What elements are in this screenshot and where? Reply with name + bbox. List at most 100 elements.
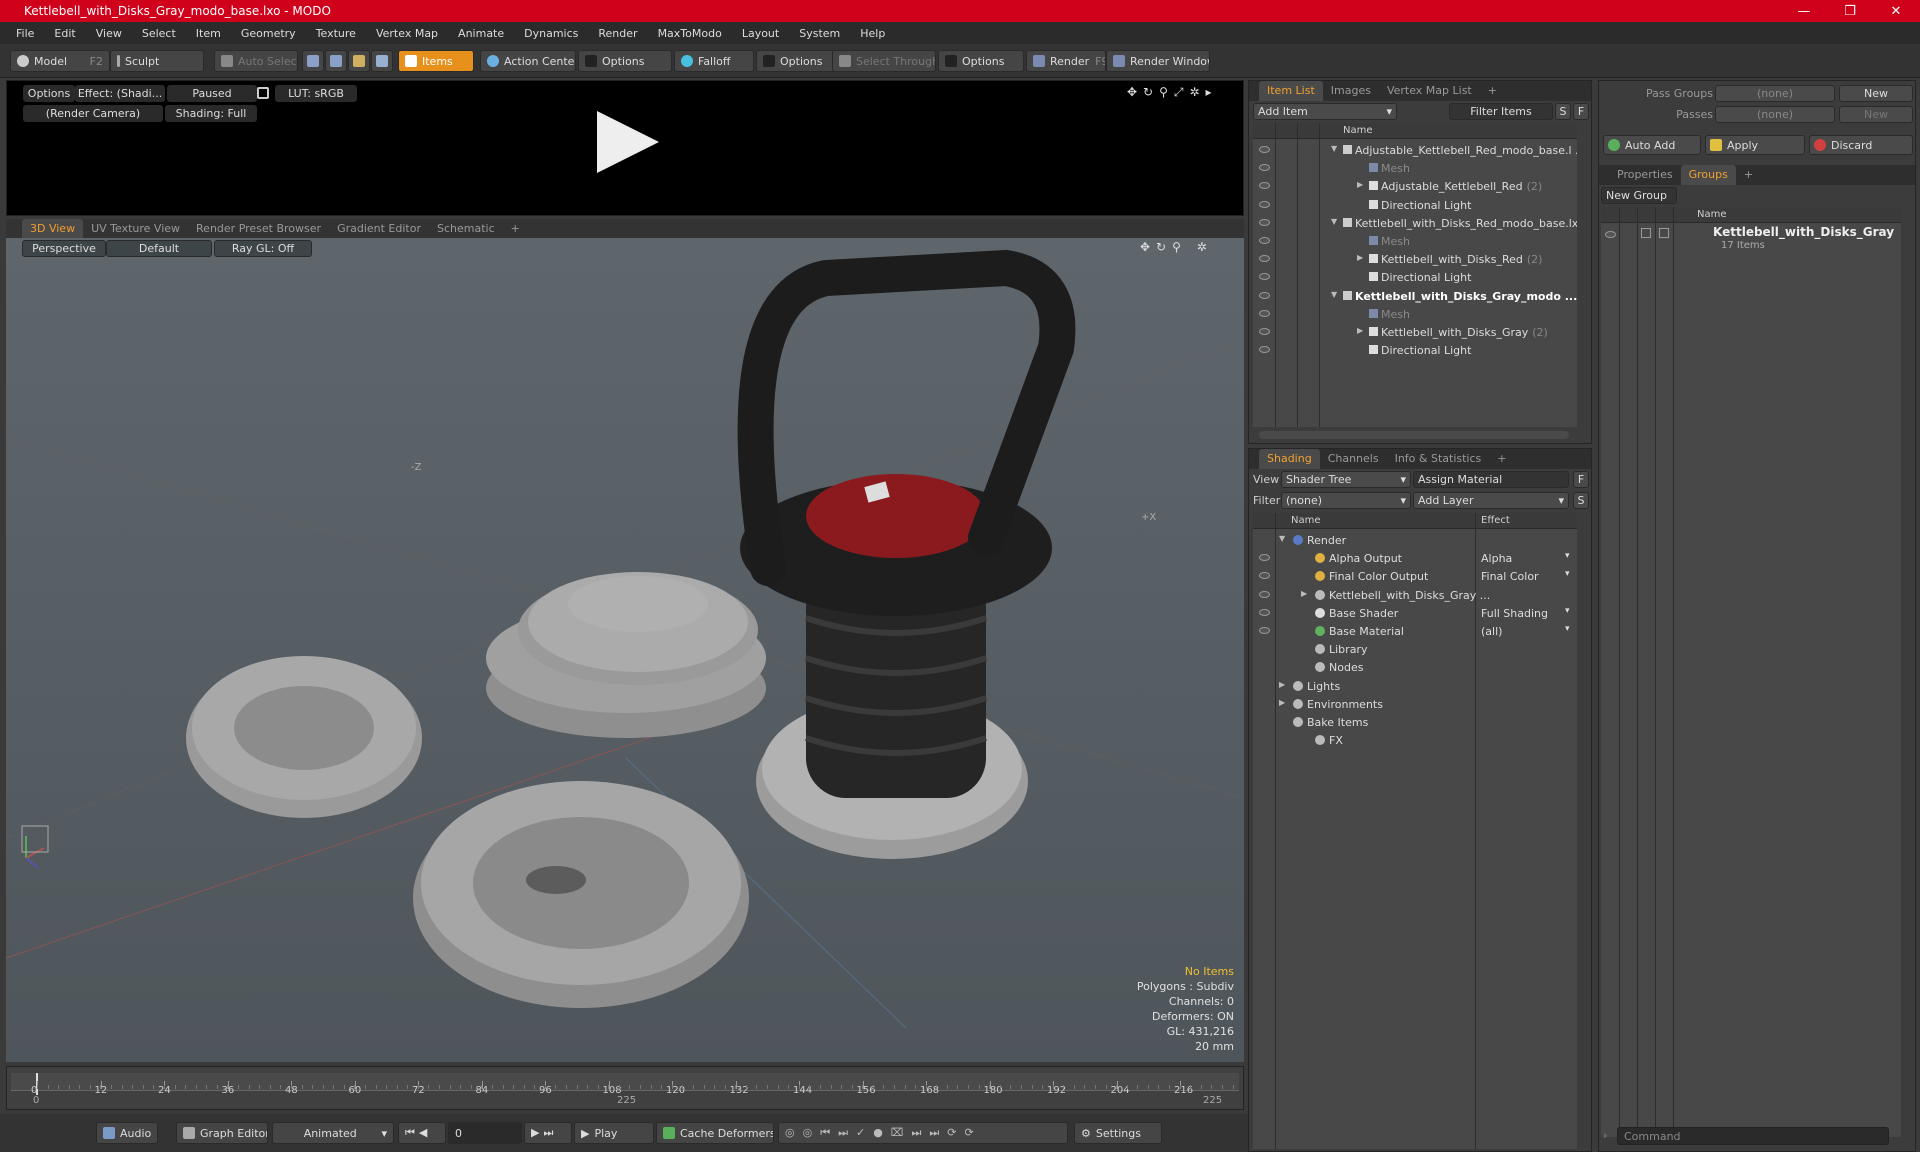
keyframe-tools[interactable]: ◎◎⏮⏭✓●⌧⏭⏭⟳⟳ [778,1122,1068,1144]
edges-mode-button[interactable] [325,50,347,72]
select-through-button[interactable]: Select Through [832,50,936,72]
expand-right-icon[interactable]: ▶ [1357,180,1363,189]
shader-row[interactable]: Final Color Output Final Color ▾ [1253,567,1577,585]
cache-deformers-button[interactable]: Cache Deformers [656,1122,774,1144]
expand-down-icon[interactable]: ▼ [1279,534,1285,543]
discard-button[interactable]: Discard [1809,135,1913,155]
shading-f-button[interactable]: F [1573,471,1589,488]
item-row[interactable]: ▼ Adjustable_Kettlebell_Red_modo_base.l .… [1253,141,1577,159]
groups-tree[interactable]: Name Kettlebell_with_Disks_Gray 17 Items [1601,207,1901,1137]
visibility-eye-icon[interactable] [1259,309,1270,317]
item-s-button[interactable]: S [1555,103,1571,120]
tab-images[interactable]: Images [1323,81,1379,101]
command-input[interactable]: Command [1617,1127,1889,1145]
chevron-down-icon[interactable]: ▾ [1565,551,1570,561]
item-tree[interactable]: Name ▼ Adjustable_Kettlebell_Red_modo_bas… [1253,123,1577,427]
item-list-scrollbar[interactable] [1259,431,1569,439]
expand-right-icon[interactable]: ▶ [1357,253,1363,262]
chevron-down-icon[interactable]: ▾ [1565,606,1570,616]
sculpt-button[interactable]: Sculpt [110,50,204,72]
visibility-eye-icon[interactable] [1259,627,1270,634]
item-row[interactable]: Directional Light [1253,196,1577,214]
menu-help[interactable]: Help [850,27,895,40]
item-row[interactable]: Directional Light [1253,268,1577,286]
visibility-eye-icon[interactable] [1259,554,1270,562]
select-through-options-button[interactable]: Options [938,50,1024,72]
item-row[interactable]: ▼ Kettlebell_with_Disks_Red_modo_base.lxo [1253,214,1577,232]
auto-select-button[interactable]: Auto Select [214,50,298,72]
visibility-eye-icon[interactable] [1259,590,1270,598]
item-row[interactable]: ▶ Adjustable_Kettlebell_Red (2) [1253,177,1577,195]
chevron-down-icon[interactable]: ▾ [1565,624,1570,634]
tab-shading[interactable]: Shading [1259,449,1320,469]
maximize-button[interactable]: ❐ [1830,0,1870,22]
shader-tree[interactable]: Name Effect ▼ Render Alpha Output Alpha ▾ Fin… [1253,513,1577,1149]
visibility-eye-icon[interactable] [1259,164,1270,172]
tab-uv-texture-view[interactable]: UV Texture View [83,219,188,239]
menu-geometry[interactable]: Geometry [231,27,306,40]
chevron-down-icon[interactable]: ▾ [1565,569,1570,579]
lut-dropdown[interactable]: LUT: sRGB [275,85,357,102]
shading-s-button[interactable]: S [1573,492,1589,509]
preview-effect-dropdown[interactable]: Effect: (Shadi... [75,85,165,102]
assign-material-button[interactable]: Assign Material [1413,471,1569,488]
add-tab-icon[interactable]: + [503,219,528,239]
visibility-eye-icon[interactable] [1259,237,1270,244]
expand-down-icon[interactable]: ▼ [1331,290,1337,299]
shader-row[interactable]: ▼ Render [1253,531,1577,549]
vertices-mode-button[interactable] [302,50,324,72]
play-icon[interactable] [593,107,663,177]
action-center-options-button[interactable]: Options [578,50,672,72]
visibility-eye-icon[interactable] [1259,273,1270,281]
tab-schematic[interactable]: Schematic [429,219,503,239]
item-row[interactable]: Mesh [1253,232,1577,250]
shader-effect-value[interactable]: Alpha [1481,552,1512,565]
materials-mode-button[interactable] [371,50,393,72]
item-row[interactable]: ▶ Kettlebell_with_Disks_Red (2) [1253,250,1577,268]
preview-nav-icons[interactable]: ✥↻⚲⤢✲▸ [1127,85,1218,100]
visibility-eye-icon[interactable] [1259,182,1270,190]
add-tab-icon[interactable]: + [1480,81,1505,101]
item-row[interactable]: Mesh [1253,305,1577,323]
shader-row[interactable]: Base Shader Full Shading ▾ [1253,604,1577,622]
item-row[interactable]: Directional Light [1253,341,1577,359]
visibility-eye-icon[interactable] [1259,572,1270,580]
passes-dropdown[interactable]: (none) [1715,106,1835,123]
shader-row[interactable]: ▶ Kettlebell_with_Disks_Gray ... [1253,586,1577,604]
new-group-button[interactable]: New Group [1601,187,1677,204]
tab-info-statistics[interactable]: Info & Statistics [1387,449,1490,469]
shader-row[interactable]: ▶ Environments [1253,695,1577,713]
preview-paused-button[interactable]: Paused [167,85,257,102]
jump-end-buttons[interactable]: ▶⏭ [524,1122,572,1144]
tab-vertex-map-list[interactable]: Vertex Map List [1379,81,1480,101]
visibility-eye-icon[interactable] [1259,346,1270,354]
action-center-button[interactable]: Action Center [480,50,576,72]
play-button[interactable]: ▶ Play [574,1122,654,1144]
tab-render-preset-browser[interactable]: Render Preset Browser [188,219,329,239]
expand-right-icon[interactable]: ▶ [1357,326,1363,335]
render-window-button[interactable]: Render Window [1106,50,1210,72]
shader-row[interactable]: Bake Items [1253,713,1577,731]
visibility-eye-icon[interactable] [1259,608,1270,616]
shader-effect-value[interactable]: (all) [1481,625,1502,638]
shader-row[interactable]: FX [1253,731,1577,749]
shader-row[interactable]: Library [1253,640,1577,658]
visibility-eye-icon[interactable] [1259,328,1270,335]
tab-properties[interactable]: Properties [1609,165,1681,185]
close-button[interactable]: ✕ [1876,0,1916,22]
animated-dropdown[interactable]: Animated ▾ [272,1122,394,1144]
visibility-eye-icon[interactable] [1259,291,1270,299]
add-tab-icon[interactable]: + [1736,165,1761,185]
timeline[interactable]: 0 12 24 36 48 60 72 84 96 108 120 132 144 156 168 180 19… [6,1066,1244,1110]
expand-right-icon[interactable]: ▶ [1279,698,1285,707]
render-button[interactable]: RenderF9 [1026,50,1106,72]
render-camera-dropdown[interactable]: (Render Camera) [23,105,163,122]
items-mode-button[interactable]: Items [398,50,474,72]
falloff-options-button[interactable]: Options [756,50,836,72]
menu-render[interactable]: Render [588,27,647,40]
menu-select[interactable]: Select [132,27,186,40]
expand-right-icon[interactable]: ▶ [1279,680,1285,689]
menu-maxtomodo[interactable]: MaxToModo [648,27,732,40]
tab-channels[interactable]: Channels [1320,449,1387,469]
item-row[interactable]: ▶ Kettlebell_with_Disks_Gray (2) [1253,323,1577,341]
